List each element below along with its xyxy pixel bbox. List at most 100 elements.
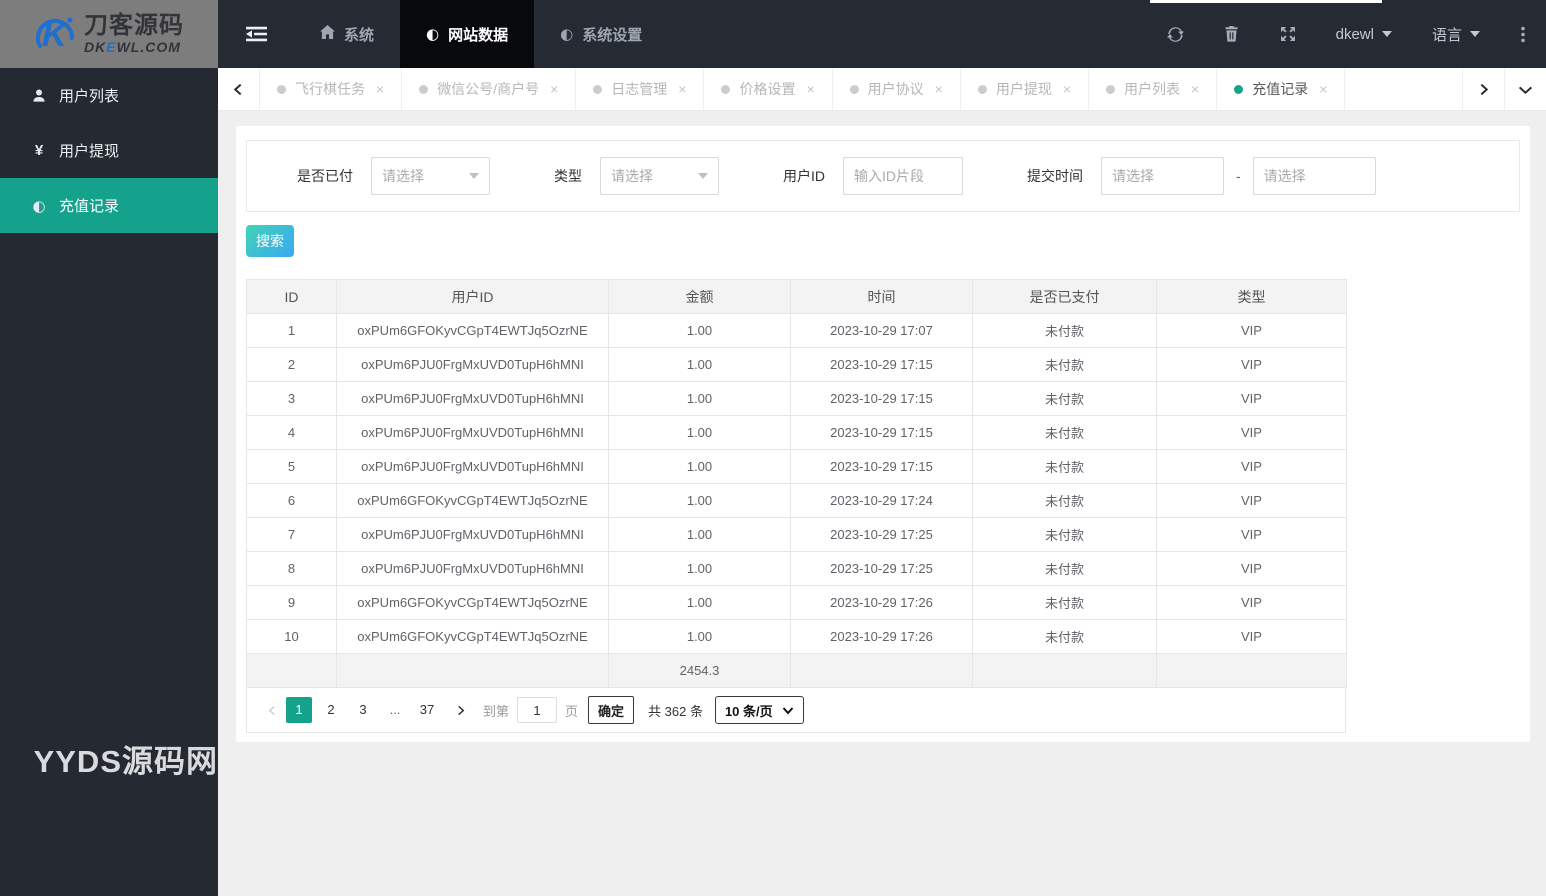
brand-logo: K 刀客源码 DKEWL.COM	[0, 0, 218, 68]
tab-用户提现[interactable]: 用户提现 ×	[961, 68, 1090, 110]
summary-row: 2454.3	[246, 653, 1347, 688]
table-cell: 1.00	[608, 347, 791, 382]
chevron-down-icon	[698, 173, 708, 179]
chevron-down-icon	[782, 706, 793, 714]
table-cell: VIP	[1156, 483, 1347, 518]
table-cell: 未付款	[972, 619, 1157, 654]
table-cell: 未付款	[972, 381, 1157, 416]
tab-close-icon[interactable]: ×	[550, 81, 558, 97]
nav-item-label: 系统	[344, 26, 375, 44]
home-icon	[320, 25, 335, 43]
nav-item-网站数据[interactable]: ◐ 网站数据	[400, 0, 535, 68]
table-row: 9 oxPUm6GFOKyvCGpT4EWTJq5OzrNE 1.00 2023-10…	[246, 585, 1347, 620]
tabs-scroll-right-icon[interactable]	[1462, 68, 1504, 110]
tab-飞行棋任务[interactable]: 飞行棋任务 ×	[260, 68, 403, 110]
table-row: 3 oxPUm6PJU0FrgMxUVD0TupH6hMNI 1.00 2023-10…	[246, 381, 1347, 416]
top-navbar: 系统 ◐ 网站数据 ◐ 系统设置 dkewl 语言	[218, 0, 1546, 68]
pagination-bar: 123... 37 到第 页 确定 共 362 条 10 条/页	[246, 688, 1346, 733]
tab-label: 用户列表	[1124, 81, 1181, 97]
tab-bar: 飞行棋任务 × 微信公号/商户号 × 日志管理 × 价格设置 × 用户协议 × 用户提现 × 用户列表 ×…	[218, 68, 1546, 111]
table-row: 7 oxPUm6PJU0FrgMxUVD0TupH6hMNI 1.00 2023-10…	[246, 517, 1347, 552]
tabs-scroll-left-icon[interactable]	[218, 68, 260, 110]
start-date-input[interactable]	[1101, 157, 1224, 195]
tab-label: 微信公号/商户号	[437, 81, 540, 97]
tab-close-icon[interactable]: ×	[1319, 81, 1327, 97]
table-cell: oxPUm6PJU0FrgMxUVD0TupH6hMNI	[336, 449, 609, 484]
page-size-select[interactable]: 10 条/页	[714, 696, 804, 724]
prev-page-icon[interactable]	[261, 705, 283, 716]
tab-close-icon[interactable]: ×	[376, 81, 384, 97]
tab-日志管理[interactable]: 日志管理 ×	[576, 68, 705, 110]
search-button[interactable]: 搜索	[246, 225, 294, 257]
table-row: 6 oxPUm6GFOKyvCGpT4EWTJq5OzrNE 1.00 2023-10…	[246, 483, 1347, 518]
table-cell: 10	[246, 619, 337, 654]
adjust-icon: ◐	[426, 25, 440, 43]
tab-close-icon[interactable]: ×	[678, 81, 686, 97]
sidebar-item-用户提现[interactable]: ¥ 用户提现	[0, 123, 218, 178]
sidebar-toggle-icon[interactable]	[218, 0, 294, 68]
table-cell: oxPUm6GFOKyvCGpT4EWTJq5OzrNE	[336, 483, 609, 518]
fullscreen-icon[interactable]	[1260, 0, 1316, 68]
sidebar-item-充值记录[interactable]: ◐ 充值记录	[0, 178, 218, 233]
top-header: K 刀客源码 DKEWL.COM 系统 ◐ 网站数据 ◐ 系统设置 dkewl 语言	[0, 0, 1546, 68]
page-number-1[interactable]: 1	[286, 697, 312, 723]
userid-input[interactable]	[843, 157, 963, 195]
tab-用户列表[interactable]: 用户列表 ×	[1089, 68, 1218, 110]
tab-close-icon[interactable]: ×	[1063, 81, 1071, 97]
table-cell: 5	[246, 449, 337, 484]
table-cell: oxPUm6PJU0FrgMxUVD0TupH6hMNI	[336, 517, 609, 552]
tab-close-icon[interactable]: ×	[1191, 81, 1199, 97]
table-cell: 未付款	[972, 517, 1157, 552]
user-icon	[30, 88, 48, 103]
tab-close-icon[interactable]: ×	[935, 81, 943, 97]
filter-type-select[interactable]: 请选择	[600, 157, 719, 195]
page-number-2[interactable]: 2	[318, 697, 344, 723]
chevron-down-icon	[1381, 31, 1392, 37]
page-unit-label: 页	[565, 703, 579, 719]
table-row: 5 oxPUm6PJU0FrgMxUVD0TupH6hMNI 1.00 2023-10…	[246, 449, 1347, 484]
table-cell: VIP	[1156, 551, 1347, 586]
summary-cell	[336, 653, 609, 688]
content-card: 是否已付 请选择 类型 请选择 用户ID 提交时间 -	[236, 126, 1530, 742]
nav-item-系统设置[interactable]: ◐ 系统设置	[534, 0, 668, 68]
user-menu[interactable]: dkewl	[1316, 0, 1412, 68]
end-date-input[interactable]	[1252, 157, 1376, 195]
tab-用户协议[interactable]: 用户协议 ×	[833, 68, 961, 110]
table-cell: 1.00	[608, 619, 791, 654]
chevron-down-icon	[469, 173, 479, 179]
filter-submit-time: 提交时间 -	[1027, 157, 1376, 195]
table-cell: 1.00	[608, 585, 791, 620]
total-count: 共 362 条	[648, 703, 703, 719]
table-cell: VIP	[1156, 619, 1347, 654]
table-row: 10 oxPUm6GFOKyvCGpT4EWTJq5OzrNE 1.00 2023-1…	[246, 619, 1347, 654]
tab-status-dot	[977, 84, 987, 94]
next-page-icon[interactable]	[449, 705, 471, 716]
goto-page-input[interactable]	[517, 697, 558, 723]
filter-type: 类型 请选择	[554, 157, 719, 195]
tabs-menu-icon[interactable]	[1504, 68, 1546, 110]
tab-label: 价格设置	[739, 81, 796, 97]
more-options-icon[interactable]	[1500, 0, 1546, 68]
filter-paid-select[interactable]: 请选择	[371, 157, 490, 195]
tab-微信公号/商户号[interactable]: 微信公号/商户号 ×	[402, 68, 577, 110]
table-cell: 未付款	[972, 483, 1157, 518]
goto-confirm-button[interactable]: 确定	[588, 696, 635, 724]
refresh-icon[interactable]	[1148, 0, 1204, 68]
language-menu[interactable]: 语言	[1412, 0, 1500, 68]
tab-价格设置[interactable]: 价格设置 ×	[704, 68, 833, 110]
tab-label: 日志管理	[611, 81, 668, 97]
tab-status-dot	[1106, 84, 1116, 94]
nav-item-系统[interactable]: 系统	[294, 0, 400, 68]
page-number-37[interactable]: 37	[414, 697, 440, 723]
tab-充值记录[interactable]: 充值记录 ×	[1217, 68, 1346, 110]
page-number-3[interactable]: 3	[350, 697, 376, 723]
tab-label: 用户协议	[867, 81, 924, 97]
table-cell: VIP	[1156, 517, 1347, 552]
column-header: 是否已支付	[972, 279, 1157, 314]
page-ellipsis: ...	[389, 702, 401, 717]
tab-status-dot	[1234, 84, 1244, 94]
sidebar-item-用户列表[interactable]: 用户列表	[0, 68, 218, 123]
tab-close-icon[interactable]: ×	[806, 81, 814, 97]
column-header: ID	[246, 279, 337, 314]
trash-icon[interactable]	[1204, 0, 1260, 68]
